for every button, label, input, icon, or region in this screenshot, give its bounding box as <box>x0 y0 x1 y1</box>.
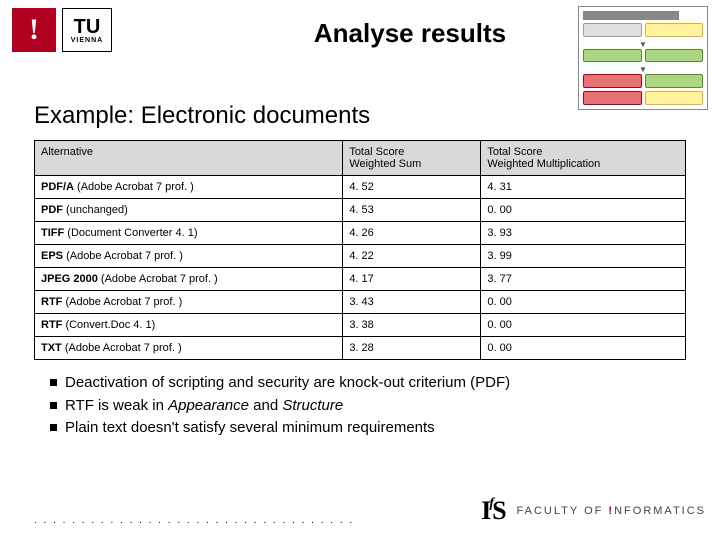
table-header-row: Alternative Total ScoreWeighted Sum Tota… <box>35 141 686 176</box>
cell-weighted-sum: 4. 17 <box>343 268 481 291</box>
exclaim-icon: ! <box>12 8 56 52</box>
observations-list: Deactivation of scripting and security a… <box>0 360 720 440</box>
col-weighted-mult: Total ScoreWeighted Multiplication <box>481 141 686 176</box>
table-row: EPS (Adobe Acrobat 7 prof. )4. 223. 99 <box>35 245 686 268</box>
table-row: JPEG 2000 (Adobe Acrobat 7 prof. )4. 173… <box>35 268 686 291</box>
cell-alternative: EPS (Adobe Acrobat 7 prof. ) <box>35 245 343 268</box>
results-table: Alternative Total ScoreWeighted Sum Tota… <box>34 140 686 360</box>
cell-alternative: RTF (Convert.Doc 4. 1) <box>35 314 343 337</box>
table-row: TIFF (Document Converter 4. 1)4. 263. 93 <box>35 222 686 245</box>
cell-alternative: TIFF (Document Converter 4. 1) <box>35 222 343 245</box>
cell-weighted-sum: 3. 28 <box>343 337 481 360</box>
table-row: RTF (Adobe Acrobat 7 prof. )3. 430. 00 <box>35 291 686 314</box>
cell-weighted-sum: 4. 22 <box>343 245 481 268</box>
col-weighted-sum: Total ScoreWeighted Sum <box>343 141 481 176</box>
cell-weighted-mult: 0. 00 <box>481 199 686 222</box>
cell-weighted-sum: 3. 43 <box>343 291 481 314</box>
cell-alternative: RTF (Adobe Acrobat 7 prof. ) <box>35 291 343 314</box>
table-row: TXT (Adobe Acrobat 7 prof. )3. 280. 00 <box>35 337 686 360</box>
table-row: PDF/A (Adobe Acrobat 7 prof. )4. 524. 31 <box>35 176 686 199</box>
footer-dots: . . . . . . . . . . . . . . . . . . . . … <box>34 515 354 526</box>
bullet-text: Deactivation of scripting and security a… <box>65 372 510 395</box>
cell-weighted-mult: 3. 99 <box>481 245 686 268</box>
cell-weighted-sum: 4. 52 <box>343 176 481 199</box>
cell-weighted-sum: 4. 53 <box>343 199 481 222</box>
cell-weighted-mult: 3. 77 <box>481 268 686 291</box>
faculty-branding: IfS FACULTY OF !NFORMATICS <box>481 496 706 526</box>
university-logo: ! TU VIENNA <box>12 8 112 52</box>
cell-alternative: JPEG 2000 (Adobe Acrobat 7 prof. ) <box>35 268 343 291</box>
bullet-icon <box>50 379 57 386</box>
bullet-icon <box>50 402 57 409</box>
cell-alternative: PDF (unchanged) <box>35 199 343 222</box>
process-diagram-thumb: ▼ ▼ <box>578 6 708 110</box>
logo-vienna-text: VIENNA <box>71 37 103 44</box>
list-item: RTF is weak in Appearance and Structure <box>50 395 686 418</box>
bullet-text: RTF is weak in Appearance and Structure <box>65 395 343 418</box>
cell-alternative: TXT (Adobe Acrobat 7 prof. ) <box>35 337 343 360</box>
list-item: Plain text doesn't satisfy several minim… <box>50 417 686 440</box>
logo-tu-text: TU <box>74 17 101 37</box>
bullet-icon <box>50 424 57 431</box>
table-row: PDF (unchanged)4. 530. 00 <box>35 199 686 222</box>
cell-weighted-sum: 4. 26 <box>343 222 481 245</box>
faculty-text: FACULTY OF !NFORMATICS <box>517 505 706 517</box>
table-row: RTF (Convert.Doc 4. 1)3. 380. 00 <box>35 314 686 337</box>
cell-weighted-mult: 4. 31 <box>481 176 686 199</box>
cell-weighted-mult: 0. 00 <box>481 337 686 360</box>
cell-weighted-mult: 0. 00 <box>481 291 686 314</box>
cell-weighted-mult: 3. 93 <box>481 222 686 245</box>
ifs-logo: IfS <box>481 496 504 526</box>
list-item: Deactivation of scripting and security a… <box>50 372 686 395</box>
bullet-text: Plain text doesn't satisfy several minim… <box>65 417 435 440</box>
cell-weighted-sum: 3. 38 <box>343 314 481 337</box>
cell-weighted-mult: 0. 00 <box>481 314 686 337</box>
col-alternative: Alternative <box>35 141 343 176</box>
cell-alternative: PDF/A (Adobe Acrobat 7 prof. ) <box>35 176 343 199</box>
tu-vienna-logo: TU VIENNA <box>62 8 112 52</box>
